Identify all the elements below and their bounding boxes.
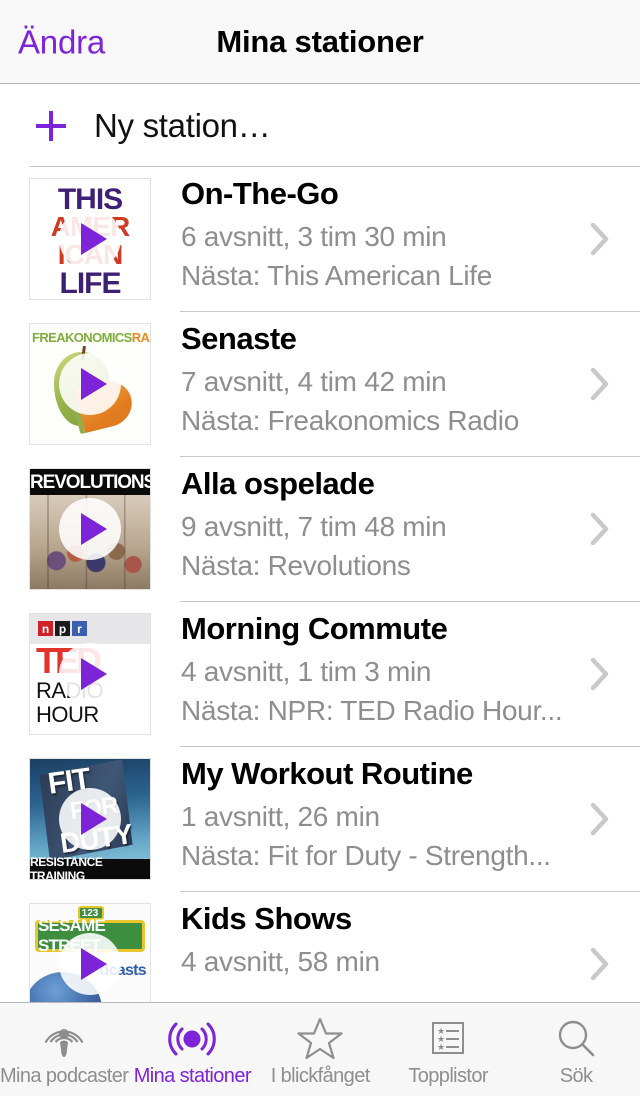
chevron-right-icon [572, 656, 628, 692]
new-station-label: Ny station… [94, 106, 271, 144]
station-next: Nästa: This American Life [181, 259, 493, 291]
art-title: REVOLUTIONS [30, 472, 150, 493]
art-bottom-bar: RESISTANCE TRAINING [30, 855, 150, 879]
chevron-right-icon [572, 221, 628, 257]
chevron-right-icon [572, 366, 628, 402]
station-next: Nästa: Revolutions [181, 549, 411, 581]
chevron-right-icon [572, 946, 628, 982]
svg-text:★: ★ [437, 1043, 445, 1053]
table-row[interactable]: REVOLUTIONS Alla ospelade 9 avsnitt, 7 t… [0, 457, 640, 602]
play-button[interactable] [59, 208, 121, 270]
table-row[interactable]: FIT FOR DUTY RESISTANCE TRAINING My Work… [0, 747, 640, 892]
row-text-block: Alla ospelade 9 avsnitt, 7 tim 48 min Nä… [181, 465, 572, 584]
row-text-block: Morning Commute 4 avsnitt, 1 tim 3 min N… [181, 610, 572, 729]
npr-logo: n p r [38, 621, 87, 636]
broadcast-icon [166, 1015, 218, 1063]
top-charts-icon: ★ ★ ★ [425, 1015, 471, 1063]
chevron-right-icon [572, 511, 628, 547]
station-title: My Workout Routine [181, 756, 473, 791]
tab-my-stations[interactable]: Mina stationer [128, 1003, 256, 1096]
station-next: Nästa: Fit for Duty - Strength... [181, 839, 551, 871]
tab-featured[interactable]: I blickfånget [256, 1003, 384, 1096]
tab-label: Mina podcaster [0, 1065, 129, 1087]
table-row[interactable]: THIS AMER ICAN LIFE On-The-Go 6 avsnitt,… [0, 167, 640, 312]
station-artwork: REVOLUTIONS [29, 468, 151, 590]
play-triangle-icon [81, 513, 107, 545]
art-banner-part-1: FREAKONOMICS [32, 330, 132, 345]
play-button[interactable] [59, 933, 121, 995]
station-subtitle: 4 avsnitt, 58 min [181, 945, 380, 977]
tab-search[interactable]: Sök [512, 1003, 640, 1096]
station-title: On-The-Go [181, 176, 339, 211]
station-artwork: n p r TED RADIO HOUR [29, 613, 151, 735]
station-title: Alla ospelade [181, 466, 375, 501]
row-text-block: My Workout Routine 1 avsnitt, 26 min Näs… [181, 755, 572, 874]
play-button[interactable] [59, 498, 121, 560]
stations-list: THIS AMER ICAN LIFE On-The-Go 6 avsnitt,… [0, 167, 640, 1037]
tab-bar: Mina podcaster Mina stationer I blickfån… [0, 1002, 640, 1096]
star-icon [297, 1015, 343, 1063]
row-text-block: Senaste 7 avsnitt, 4 tim 42 min Nästa: F… [181, 320, 572, 439]
station-next: Nästa: Freakonomics Radio [181, 404, 519, 436]
search-icon [553, 1015, 599, 1063]
table-row[interactable]: FREAKONOMICSRADIO Senaste 7 avsnitt, 4 t… [0, 312, 640, 457]
art-banner: FREAKONOMICSRADIO [32, 330, 150, 345]
play-triangle-icon [81, 658, 107, 690]
station-title: Kids Shows [181, 901, 352, 936]
play-triangle-icon [81, 803, 107, 835]
plus-icon [28, 109, 74, 143]
npr-letter-n: n [38, 621, 53, 636]
play-button[interactable] [59, 353, 121, 415]
tab-label: Sök [559, 1065, 593, 1087]
station-subtitle: 6 avsnitt, 3 tim 30 min [181, 220, 447, 252]
station-subtitle: 4 avsnitt, 1 tim 3 min [181, 655, 432, 687]
play-triangle-icon [81, 223, 107, 255]
row-text-block: On-The-Go 6 avsnitt, 3 tim 30 min Nästa:… [181, 175, 572, 294]
new-station-row[interactable]: Ny station… [0, 84, 640, 167]
play-button[interactable] [59, 788, 121, 850]
tab-top-charts[interactable]: ★ ★ ★ Topplistor [384, 1003, 512, 1096]
station-subtitle: 9 avsnitt, 7 tim 48 min [181, 510, 447, 542]
station-artwork: FIT FOR DUTY RESISTANCE TRAINING [29, 758, 151, 880]
station-title: Morning Commute [181, 611, 448, 646]
station-subtitle: 1 avsnitt, 26 min [181, 800, 380, 832]
chevron-right-icon [572, 801, 628, 837]
tab-label: Topplistor [408, 1065, 488, 1087]
station-next: Nästa: NPR: TED Radio Hour... [181, 694, 563, 726]
tab-label: Mina stationer [133, 1065, 252, 1087]
npr-letter-r: r [72, 621, 87, 636]
podcasts-stations-screen: Ändra Mina stationer Ny station… THIS AM… [0, 0, 640, 1096]
art-banner-part-2: RADIO [131, 330, 150, 345]
tab-label: I blickfånget [270, 1065, 371, 1087]
station-subtitle: 7 avsnitt, 4 tim 42 min [181, 365, 447, 397]
station-title: Senaste [181, 321, 297, 356]
table-row[interactable]: n p r TED RADIO HOUR Morning Commute 4 a… [0, 602, 640, 747]
tab-my-podcasts[interactable]: Mina podcaster [0, 1003, 129, 1096]
art-line-4: LIFE [59, 267, 122, 299]
play-triangle-icon [81, 948, 107, 980]
row-text-block: Kids Shows 4 avsnitt, 58 min [181, 900, 572, 982]
navigation-bar: Ändra Mina stationer [0, 0, 640, 84]
art-hour-word: HOUR [36, 702, 99, 727]
play-triangle-icon [81, 368, 107, 400]
page-title: Mina stationer [216, 23, 424, 59]
station-artwork: FREAKONOMICSRADIO [29, 323, 151, 445]
play-button[interactable] [59, 643, 121, 705]
station-artwork: THIS AMER ICAN LIFE [29, 178, 151, 300]
podcast-icon [41, 1015, 87, 1063]
npr-letter-p: p [55, 621, 70, 636]
